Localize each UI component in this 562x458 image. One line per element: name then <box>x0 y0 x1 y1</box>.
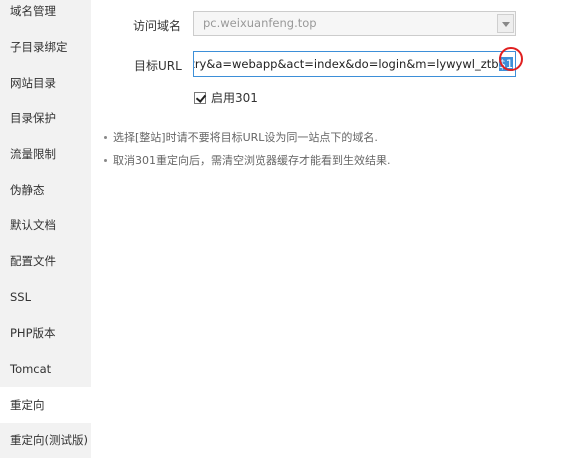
enable-301-label: 启用301 <box>211 91 258 105</box>
sidebar-item-site-directory[interactable]: 网站目录 <box>0 65 91 101</box>
target-url-value: c=entry&a=webapp&act=index&do=login&m=ly… <box>193 52 514 76</box>
note-text: 选择[整站]时请不要将目标URL设为同一站点下的域名. <box>113 131 378 144</box>
sidebar-item-label: 子目录绑定 <box>10 40 68 54</box>
domain-select-value: pc.weixuanfeng.top <box>203 16 317 30</box>
sidebar-item-label: 域名管理 <box>10 4 56 18</box>
note-item: 取消301重定向后，需清空浏览器缓存才能看到生效结果. <box>104 154 391 168</box>
sidebar-item-traffic-limit[interactable]: 流量限制 <box>0 136 91 172</box>
sidebar-item-label: 目录保护 <box>10 111 56 125</box>
sidebar-item-label: SSL <box>10 290 32 304</box>
sidebar-item-redirect-beta[interactable]: 重定向(测试版) <box>0 422 91 458</box>
domain-label: 访问域名 <box>133 19 182 33</box>
highlight-circle-annotation <box>499 47 523 71</box>
note-text: 取消301重定向后，需清空浏览器缓存才能看到生效结果. <box>113 154 391 167</box>
sidebar-item-label: 流量限制 <box>10 147 56 161</box>
target-url-label: 目标URL <box>134 59 182 73</box>
note-item: 选择[整站]时请不要将目标URL设为同一站点下的域名. <box>104 131 378 145</box>
sidebar-item-tomcat[interactable]: Tomcat <box>0 351 91 387</box>
enable-301-checkbox[interactable] <box>194 92 207 104</box>
sidebar-item-label: PHP版本 <box>10 326 56 340</box>
sidebar-item-label: 重定向(测试版) <box>10 433 88 447</box>
target-url-input[interactable]: c=entry&a=webapp&act=index&do=login&m=ly… <box>193 51 516 77</box>
sidebar-item-label: 默认文档 <box>10 218 56 232</box>
sidebar-item-directory-protection[interactable]: 目录保护 <box>0 100 91 136</box>
sidebar-item-label: Tomcat <box>10 362 52 376</box>
target-url-text: c=entry&a=webapp&act=index&do=login&m=ly… <box>193 57 499 71</box>
sidebar-item-ssl[interactable]: SSL <box>0 279 91 315</box>
chevron-down-icon[interactable] <box>497 14 514 33</box>
bullet-icon <box>104 135 107 139</box>
sidebar-item-php-version[interactable]: PHP版本 <box>0 315 91 351</box>
sidebar-item-label: 配置文件 <box>10 254 56 268</box>
sidebar-item-default-document[interactable]: 默认文档 <box>0 207 91 243</box>
bullet-icon <box>104 158 107 162</box>
domain-select[interactable]: pc.weixuanfeng.top <box>193 11 516 36</box>
sidebar-item-label: 网站目录 <box>10 76 56 90</box>
sidebar-item-label: 重定向 <box>10 398 45 412</box>
checkmark-icon <box>195 92 207 103</box>
sidebar-item-subdirectory-binding[interactable]: 子目录绑定 <box>0 29 91 65</box>
sidebar-item-label: 伪静态 <box>10 183 45 197</box>
sidebar-item-config-file[interactable]: 配置文件 <box>0 243 91 279</box>
sidebar-item-domain-management[interactable]: 域名管理 <box>0 0 91 29</box>
sidebar-item-pseudo-static[interactable]: 伪静态 <box>0 172 91 208</box>
sidebar-item-redirect[interactable]: 重定向 <box>0 387 91 423</box>
sidebar: 域名管理 子目录绑定 网站目录 目录保护 流量限制 伪静态 默认文档 配置文件 … <box>0 0 91 458</box>
